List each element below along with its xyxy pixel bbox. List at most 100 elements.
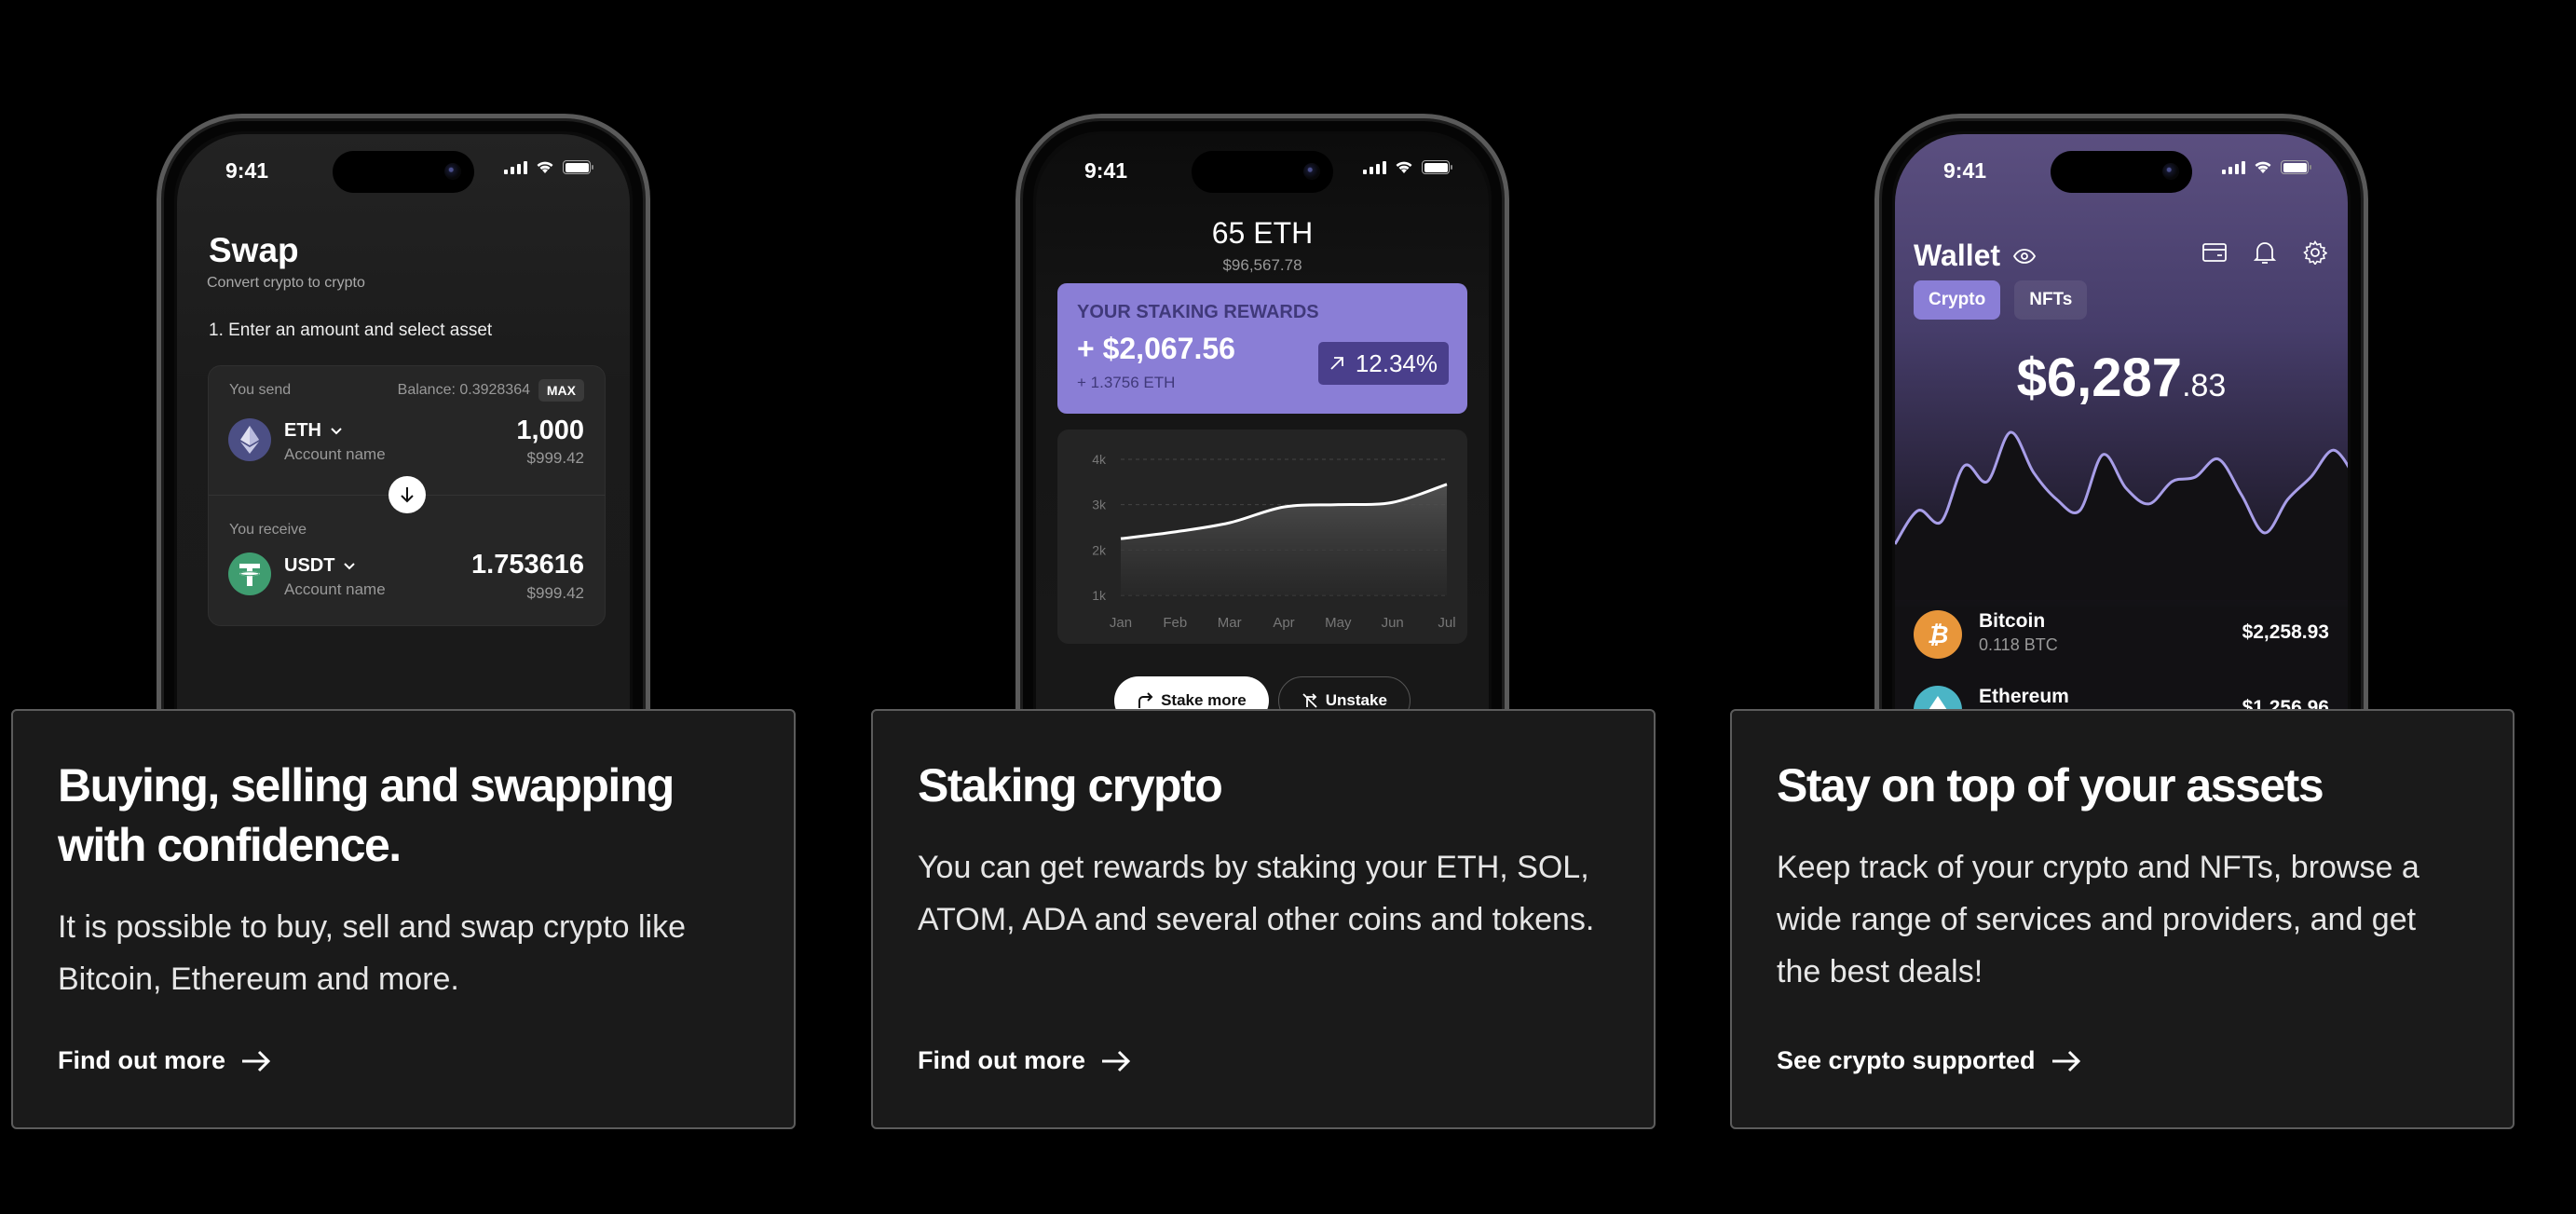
y-tick-label: 1k [1092,588,1107,603]
bitcoin-icon: ₿ [1914,610,1962,659]
redo-arrow-icon [1138,692,1153,708]
link-label: Find out more [918,1046,1085,1074]
rewards-eth: + 1.3756 ETH [1077,374,1176,391]
wifi-icon [2255,161,2271,173]
status-bar: 9:41 [1895,134,2348,199]
dynamic-island [1192,151,1333,193]
x-tick-label: Jul [1438,615,1455,631]
receive-account-name: Account name [284,580,386,598]
tether-icon [228,552,271,595]
feature-card-assets: Stay on top of your assets Keep track of… [1730,709,2515,1129]
asset-name: Ethereum [1979,686,2069,707]
receive-label: You receive [229,522,307,538]
receive-usd-value: $999.42 [526,584,584,602]
swap-screen: 9:41 Swap Convert crypto to crypto 1. En… [177,134,630,766]
swap-phone-mockup: 9:41 Swap Convert crypto to crypto 1. En… [157,114,650,766]
wallet-tabs: Crypto NFTs [1914,280,2088,320]
staking-phone-mockup: 9:41 65 ETH $96,567.78 YOUR STAKING REWA… [1015,114,1509,766]
signal-icon [1363,160,1386,174]
eye-icon[interactable] [2013,248,2037,264]
balance-cents: .83 [2182,368,2227,403]
feature-card-swap: Buying, selling and swapping with confid… [11,709,796,1129]
rewards-percent: 12.34% [1355,348,1438,377]
status-icons [2222,160,2311,174]
wifi-icon [1396,161,1412,173]
battery-icon [2281,160,2311,174]
battery-icon [1422,160,1452,174]
status-time: 9:41 [1084,158,1128,183]
send-usd-value: $999.42 [526,449,584,467]
send-asset-selector[interactable]: ETH [284,420,342,442]
status-icons [1363,160,1452,174]
gear-icon[interactable] [2301,239,2329,266]
balance-text: Balance: 0.3928364 [397,382,530,398]
x-tick-label: Mar [1218,615,1242,631]
battery-icon [563,160,593,174]
page-subtitle: Convert crypto to crypto [207,275,365,291]
send-account-name: Account name [284,445,386,463]
wifi-icon [537,161,553,173]
staked-total: 65 ETH [1211,216,1314,250]
link-label: See crypto supported [1777,1046,2036,1074]
status-icons [504,160,593,174]
card-title: Stay on top of your assets [1777,759,2324,812]
arrow-down-icon [400,487,414,503]
y-tick-label: 3k [1092,498,1107,512]
card-text: Keep track of your crypto and NFTs, brow… [1777,850,2419,989]
x-tick-label: Jan [1110,615,1132,631]
receive-asset-name: USDT [284,555,335,576]
send-asset-name: ETH [284,420,321,441]
max-button[interactable]: MAX [538,379,584,402]
dynamic-island [333,151,474,193]
wallet-actions [2201,239,2329,266]
arrow-right-icon [2051,1050,2080,1071]
receive-asset-selector[interactable]: USDT [284,555,356,577]
rewards-title: YOUR STAKING REWARDS [1077,302,1319,322]
chart-fill [1895,431,2348,600]
find-out-more-link[interactable]: Find out more [58,1046,272,1075]
staking-chart: 4k 3k 2k 1k Jan Feb Mar Apr May Jun Jul [1057,430,1467,644]
x-tick-label: Feb [1163,615,1187,631]
x-tick-label: May [1325,615,1352,631]
staked-total-usd: $96,567.78 [1222,256,1302,274]
find-out-more-link[interactable]: Find out more [918,1046,1132,1075]
status-bar: 9:41 [1036,134,1489,199]
arrow-right-icon [1101,1050,1131,1071]
balance-main: $6,287 [2016,348,2183,408]
asset-row-bitcoin[interactable]: ₿ Bitcoin 0.118 BTC $2,258.93 [1914,605,2329,661]
status-time: 9:41 [225,158,269,183]
signal-icon [2222,160,2245,174]
tab-crypto[interactable]: Crypto [1914,280,2001,320]
card-title: Staking crypto [918,759,1223,812]
status-time: 9:41 [1943,158,1987,183]
link-label: Find out more [58,1046,225,1074]
stake-more-label: Stake more [1161,691,1247,709]
dynamic-island [2051,151,2192,193]
see-crypto-supported-link[interactable]: See crypto supported [1777,1046,2082,1075]
chevron-down-icon [331,427,342,434]
staking-rewards-card: YOUR STAKING REWARDS + $2,067.56 + 1.375… [1057,283,1467,414]
asset-name: Bitcoin [1979,610,2046,632]
swap-form: You send Balance: 0.3928364 MAX ETH Acco… [208,365,606,626]
trend-up-icon [1330,357,1343,370]
wallet-header: Wallet [1914,239,2037,273]
status-bar: 9:41 [177,134,630,199]
receive-amount: 1.753616 [471,550,584,580]
wallet-balance: $6,287.83 [1895,347,2348,409]
rewards-percent-badge: 12.34% [1317,342,1449,385]
x-tick-label: Apr [1273,615,1294,631]
wallet-screen: 9:41 Wallet Crypto NFTs $6,287.83 ₿ Bitc… [1895,134,2348,766]
wallet-chart [1895,430,2348,600]
send-amount-input[interactable]: 1,000 [516,416,584,446]
send-label: You send [229,382,292,398]
asset-value: $2,258.93 [2242,621,2329,643]
signal-icon [504,160,527,174]
step-label: 1. Enter an amount and select asset [209,321,493,340]
x-tick-label: Jun [1382,615,1404,631]
chevron-down-icon [344,562,356,569]
bell-icon[interactable] [2251,239,2279,266]
tab-nfts[interactable]: NFTs [2014,280,2088,320]
swap-direction-button[interactable] [388,476,426,513]
card-icon[interactable] [2201,239,2228,266]
staking-screen: 9:41 65 ETH $96,567.78 YOUR STAKING REWA… [1036,134,1489,766]
